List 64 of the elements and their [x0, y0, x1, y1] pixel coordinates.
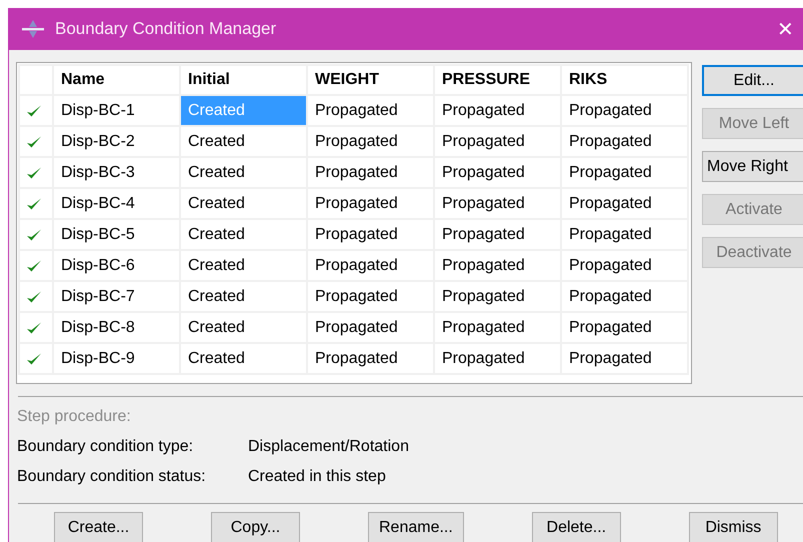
table-cell[interactable]: Propagated	[434, 157, 561, 188]
table-cell[interactable]: Created	[180, 250, 307, 281]
table-cell[interactable]: Disp-BC-8	[53, 312, 180, 343]
close-button[interactable]: ✕	[759, 17, 803, 41]
side-button[interactable]: Move Right	[702, 151, 803, 182]
table-cell[interactable]: Propagated	[561, 312, 688, 343]
table-cell[interactable]: Propagated	[561, 126, 688, 157]
table-cell[interactable]: Created	[180, 157, 307, 188]
table-cell[interactable]: Propagated	[561, 219, 688, 250]
table-cell[interactable]: Created	[180, 188, 307, 219]
table-cell[interactable]: Propagated	[434, 281, 561, 312]
table-cell[interactable]: Disp-BC-6	[53, 250, 180, 281]
table-cell[interactable]: Propagated	[307, 126, 434, 157]
window-title: Boundary Condition Manager	[55, 19, 278, 39]
table-cell[interactable]: Propagated	[434, 126, 561, 157]
table-cell[interactable]: Propagated	[434, 312, 561, 343]
table-cell[interactable]: Propagated	[307, 312, 434, 343]
table-cell[interactable]: Disp-BC-1	[53, 95, 180, 126]
table-cell[interactable]: Propagated	[307, 250, 434, 281]
table-cell[interactable]: Propagated	[307, 343, 434, 374]
table-cell[interactable]: Created	[180, 219, 307, 250]
table-cell[interactable]: Created	[180, 281, 307, 312]
dialog-button[interactable]: Rename...	[368, 512, 464, 542]
info-value: Displacement/Rotation	[248, 438, 409, 456]
column-header[interactable]: Initial	[180, 65, 307, 95]
table-cell[interactable]: Propagated	[561, 95, 688, 126]
table-cell[interactable]: Disp-BC-9	[53, 343, 180, 374]
table-cell[interactable]: Disp-BC-5	[53, 219, 180, 250]
table-cell[interactable]: Propagated	[307, 157, 434, 188]
column-header[interactable]: Name	[53, 65, 180, 95]
table-cell[interactable]: Propagated	[561, 343, 688, 374]
table-cell[interactable]: Propagated	[434, 188, 561, 219]
info-label: Step procedure:	[17, 408, 132, 426]
table-cell[interactable]: Created	[180, 312, 307, 343]
table-cell[interactable]: Propagated	[434, 95, 561, 126]
column-header[interactable]: RIKS	[561, 65, 688, 95]
table-cell[interactable]: Disp-BC-7	[53, 281, 180, 312]
table-cell[interactable]: Propagated	[307, 95, 434, 126]
table-cell[interactable]: Disp-BC-2	[53, 126, 180, 157]
table-cell[interactable]: Propagated	[561, 281, 688, 312]
table-cell[interactable]: Propagated	[307, 281, 434, 312]
column-header[interactable]: PRESSURE	[434, 65, 561, 95]
dialog-button[interactable]: Copy...	[211, 512, 300, 542]
info-label: Boundary condition type:	[17, 438, 194, 456]
column-header[interactable]: WEIGHT	[307, 65, 434, 95]
dialog-button[interactable]: Create...	[54, 512, 143, 542]
info-label: Boundary condition status:	[17, 468, 207, 486]
table-cell[interactable]: Propagated	[307, 219, 434, 250]
table-cell[interactable]: Propagated	[561, 250, 688, 281]
table-cell[interactable]: Propagated	[434, 343, 561, 374]
table-cell[interactable]: Propagated	[434, 219, 561, 250]
dialog-button[interactable]: Dismiss	[688, 512, 778, 542]
table-cell[interactable]: Propagated	[561, 157, 688, 188]
table-cell[interactable]: Propagated	[307, 188, 434, 219]
table-cell[interactable]: Created	[180, 343, 307, 374]
side-button[interactable]: Edit...	[702, 65, 803, 96]
info-value: Created in this step	[248, 468, 386, 486]
dialog-button[interactable]: Delete...	[532, 512, 621, 542]
table-cell[interactable]: Propagated	[434, 250, 561, 281]
table-cell[interactable]: Propagated	[561, 188, 688, 219]
table-cell[interactable]: Disp-BC-3	[53, 157, 180, 188]
table-cell[interactable]: Disp-BC-4	[53, 188, 180, 219]
app-icon	[21, 19, 45, 39]
table-cell[interactable]: Created	[180, 126, 307, 157]
